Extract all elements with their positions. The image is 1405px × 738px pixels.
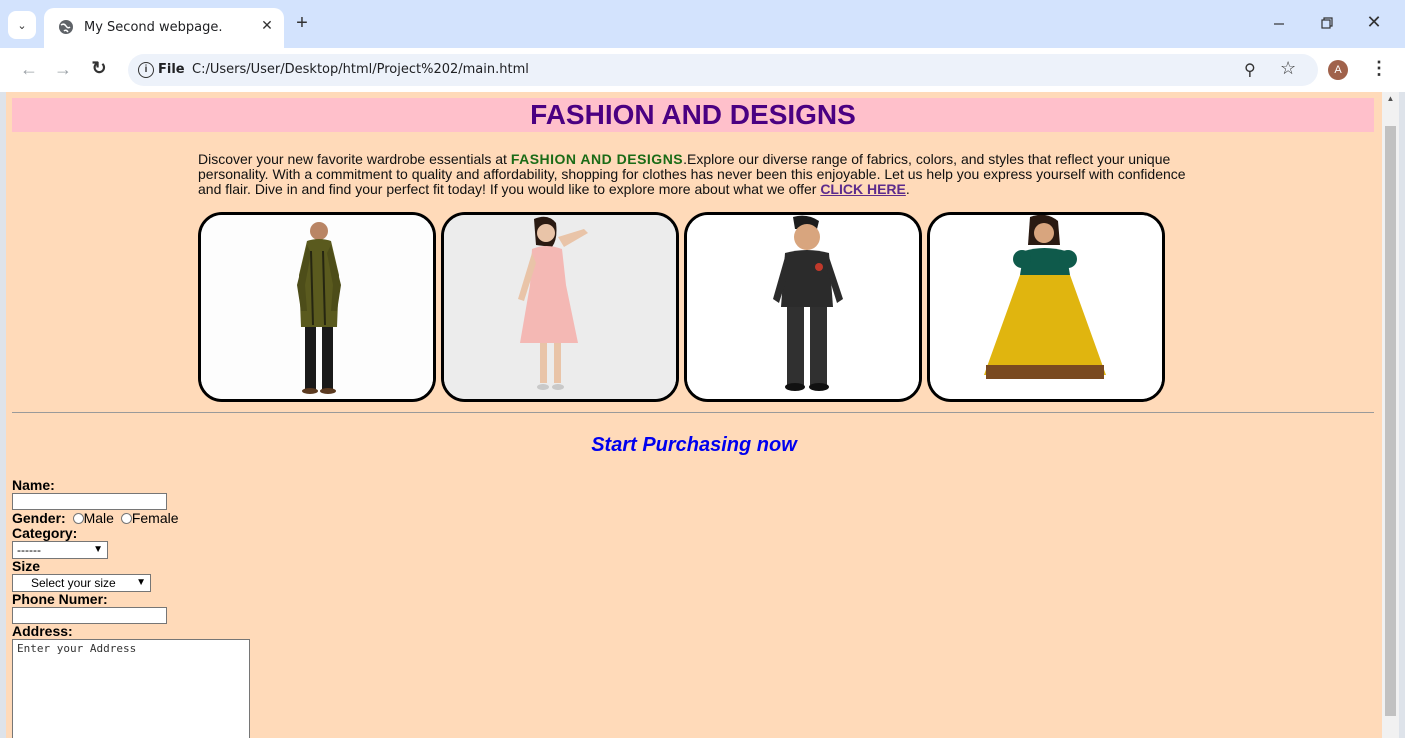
gender-row: Gender: Male Female — [12, 510, 250, 526]
product-gallery — [198, 212, 1178, 402]
name-input[interactable] — [12, 493, 167, 510]
tab-search-chevron-icon[interactable]: ⌄ — [8, 11, 36, 39]
horizontal-divider — [12, 412, 1374, 413]
title-banner: FASHION AND DESIGNS — [12, 98, 1374, 132]
back-arrow-icon[interactable]: ← — [18, 59, 40, 80]
reload-icon[interactable]: ↻ — [88, 58, 110, 79]
boy-suit-image[interactable] — [684, 212, 922, 402]
page-viewport: FASHION AND DESIGNS Discover your new fa… — [6, 92, 1382, 738]
woman-pink-dress-image[interactable] — [441, 212, 679, 402]
size-selected-value: Select your size — [31, 576, 116, 590]
phone-label: Phone Numer: — [12, 591, 108, 607]
female-radio[interactable] — [120, 513, 132, 524]
page-title: FASHION AND DESIGNS — [530, 99, 856, 130]
globe-icon — [59, 20, 73, 34]
gender-label: Gender: — [12, 510, 66, 526]
scroll-up-arrow-icon[interactable]: ▲ — [1382, 94, 1399, 108]
intro-text-start: Discover your new favorite wardrobe esse… — [198, 151, 511, 167]
url-text[interactable]: C:/Users/User/Desktop/html/Project%202/m… — [192, 62, 529, 77]
url-scheme-label: File — [158, 62, 185, 77]
male-label: Male — [83, 510, 114, 526]
purchase-form: Name: Gender: Male Female Category: ----… — [12, 478, 250, 738]
site-info-icon[interactable]: i — [138, 62, 154, 78]
vertical-scrollbar[interactable]: ▲ — [1382, 92, 1399, 738]
brand-name: FASHION AND DESIGNS — [510, 151, 684, 167]
address-bar[interactable]: i File C:/Users/User/Desktop/html/Projec… — [128, 54, 1318, 86]
category-selected-value: ------ — [17, 543, 41, 557]
restore-icon[interactable] — [1318, 13, 1336, 33]
address-textarea[interactable]: Enter your Address — [12, 639, 250, 738]
name-label: Name: — [12, 477, 55, 493]
tab-close-icon[interactable]: ✕ — [258, 17, 276, 34]
category-select[interactable]: ------ ▼ — [12, 541, 108, 559]
zoom-icon[interactable]: ⚲ — [1244, 60, 1256, 80]
click-here-link[interactable]: CLICK HERE — [820, 181, 906, 197]
bookmark-star-icon[interactable]: ☆ — [1280, 58, 1296, 79]
browser-tab[interactable]: My Second webpage. ✕ — [44, 8, 284, 48]
size-label: Size — [12, 558, 41, 574]
browser-menu-icon[interactable]: ⋮ — [1370, 58, 1388, 79]
forward-arrow-icon[interactable]: → — [52, 59, 74, 80]
male-radio[interactable] — [72, 513, 84, 524]
tab-strip: ⌄ My Second webpage. ✕ + ✕ — [0, 0, 1405, 48]
chevron-down-icon: ▼ — [136, 577, 146, 588]
intro-text-end: . — [905, 181, 910, 197]
female-label: Female — [131, 510, 179, 526]
browser-toolbar: ← → ↻ i File C:/Users/User/Desktop/html/… — [0, 48, 1405, 92]
girl-lehenga-image[interactable] — [927, 212, 1165, 402]
tab-title: My Second webpage. — [84, 20, 223, 35]
category-label: Category: — [12, 525, 78, 541]
intro-paragraph: Discover your new favorite wardrobe esse… — [198, 152, 1194, 197]
minimize-icon[interactable] — [1270, 13, 1288, 33]
man-sherwani-image[interactable] — [198, 212, 436, 402]
profile-avatar[interactable]: A — [1328, 60, 1348, 80]
address-label: Address: — [12, 623, 73, 639]
scrollbar-thumb[interactable] — [1385, 126, 1396, 716]
new-tab-icon[interactable]: + — [292, 13, 312, 33]
size-select[interactable]: Select your size ▼ — [12, 574, 151, 592]
chevron-down-icon: ▼ — [93, 544, 103, 555]
phone-input[interactable] — [12, 607, 167, 624]
close-window-icon[interactable]: ✕ — [1364, 12, 1384, 34]
purchase-heading: Start Purchasing now — [591, 434, 797, 456]
